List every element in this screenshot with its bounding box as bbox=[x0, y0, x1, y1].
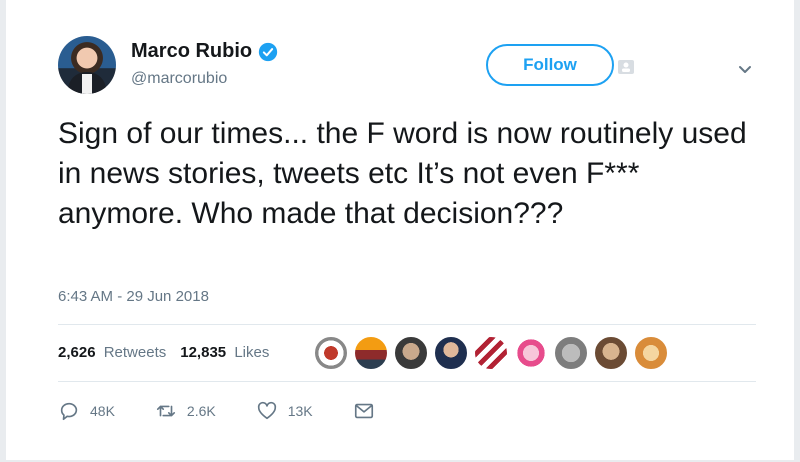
likes-stat[interactable]: 12,835 Likes bbox=[180, 344, 269, 361]
likes-label: Likes bbox=[234, 344, 270, 361]
engagement-stats: 2,626 Retweets 12,835 Likes bbox=[58, 344, 269, 361]
retweet-icon bbox=[156, 405, 175, 417]
follow-user-icon[interactable] bbox=[618, 60, 634, 74]
tweet-card: Marco Rubio @marcorubio Follow Sign of o… bbox=[6, 0, 794, 460]
tweet-timestamp[interactable]: 6:43 AM - 29 Jun 2018 bbox=[58, 288, 209, 305]
direct-message-button[interactable] bbox=[353, 400, 385, 422]
liker-avatar[interactable] bbox=[314, 336, 348, 370]
reply-icon bbox=[60, 402, 78, 421]
follow-button[interactable]: Follow bbox=[486, 44, 614, 86]
reply-button[interactable]: 48K bbox=[58, 400, 115, 422]
liker-avatar[interactable] bbox=[634, 336, 668, 370]
liker-avatar[interactable] bbox=[514, 336, 548, 370]
like-count: 13K bbox=[287, 403, 313, 419]
retweets-label: Retweets bbox=[103, 344, 167, 361]
liker-avatars bbox=[314, 336, 674, 370]
tweet-actions: 48K 2.6K 13K bbox=[58, 400, 425, 422]
liker-avatar[interactable] bbox=[394, 336, 428, 370]
retweets-count: 2,626 bbox=[58, 344, 96, 361]
reply-count: 48K bbox=[90, 403, 115, 419]
divider-bottom bbox=[58, 381, 756, 382]
retweet-button[interactable]: 2.6K bbox=[155, 400, 216, 422]
liker-avatar[interactable] bbox=[594, 336, 628, 370]
liker-avatar[interactable] bbox=[354, 336, 388, 370]
liker-avatar[interactable] bbox=[434, 336, 468, 370]
avatar-shirt bbox=[82, 74, 92, 94]
author-handle[interactable]: @marcorubio bbox=[131, 70, 227, 88]
verified-badge-icon bbox=[258, 42, 278, 61]
retweet-count: 2.6K bbox=[186, 403, 216, 419]
liker-avatar[interactable] bbox=[474, 336, 508, 370]
retweets-stat[interactable]: 2,626 Retweets bbox=[58, 344, 166, 361]
like-button[interactable]: 13K bbox=[256, 400, 313, 422]
liker-avatar[interactable] bbox=[554, 336, 588, 370]
chevron-down-icon[interactable] bbox=[734, 58, 756, 80]
direct-message-icon bbox=[354, 403, 373, 419]
author-row: Marco Rubio bbox=[131, 40, 278, 63]
likes-count: 12,835 bbox=[180, 344, 227, 361]
author-name[interactable]: Marco Rubio bbox=[131, 40, 252, 63]
like-icon bbox=[257, 401, 276, 420]
divider-top bbox=[58, 324, 756, 325]
tweet-text: Sign of our times... the F word is now r… bbox=[58, 117, 747, 230]
avatar[interactable] bbox=[58, 36, 116, 94]
